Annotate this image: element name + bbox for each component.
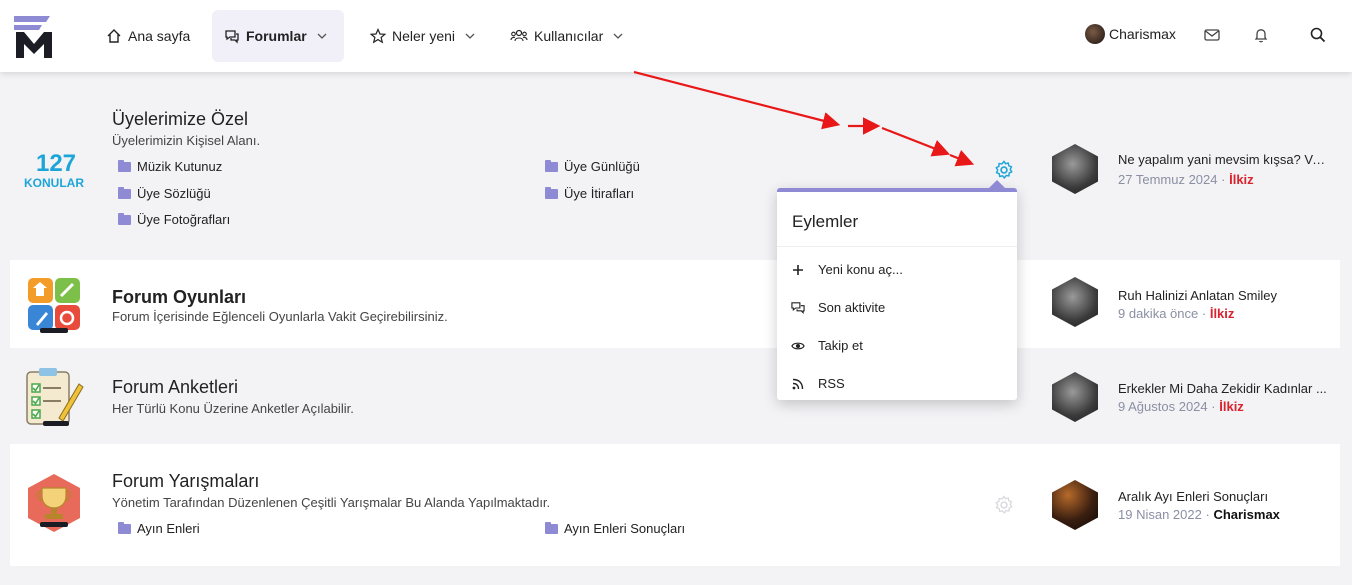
last-post-meta: 9 Ağustos 2024 · İlkiz <box>1118 399 1244 414</box>
comments-icon <box>224 28 240 44</box>
thread-count: 127 <box>35 150 77 177</box>
users-icon <box>510 28 528 44</box>
folder-icon <box>545 159 558 172</box>
last-thread-title[interactable]: Ruh Halinizi Anlatan Smiley <box>1118 288 1328 303</box>
forum-title[interactable]: Forum Anketleri <box>112 377 238 398</box>
folder-icon <box>545 186 558 199</box>
folder-icon <box>118 159 131 172</box>
search-icon[interactable] <box>1309 26 1327 44</box>
last-thread-title[interactable]: Aralık Ayı Enleri Sonuçları <box>1118 489 1328 504</box>
menu-item-new-thread[interactable]: Yeni konu aç... <box>791 262 903 277</box>
last-post-date[interactable]: 19 Nisan 2022 <box>1118 507 1202 522</box>
forum-node-row: 127 KONULAR Üyelerimize Özel Üyelerimizi… <box>10 80 1340 256</box>
forum-description: Forum İçerisinde Eğlenceli Oyunlarla Vak… <box>112 309 448 324</box>
last-post-user[interactable]: İlkiz <box>1229 172 1254 187</box>
last-post-date[interactable]: 27 Temmuz 2024 <box>1118 172 1218 187</box>
nav-whats-new[interactable]: Neler yeni <box>370 10 475 62</box>
menu-item-rss[interactable]: RSS <box>791 376 845 391</box>
menu-item-latest-activity[interactable]: Son aktivite <box>791 300 885 315</box>
forum-title[interactable]: Forum Yarışmaları <box>112 471 259 492</box>
chevron-down-icon[interactable] <box>317 33 327 39</box>
nav-home[interactable]: Ana sayfa <box>106 10 190 62</box>
last-post-date[interactable]: 9 Ağustos 2024 <box>1118 399 1208 414</box>
folder-icon <box>545 521 558 534</box>
last-post-meta: 19 Nisan 2022 · Charismax <box>1118 507 1280 522</box>
subforum-link[interactable]: Ayın Enleri Sonuçları <box>545 521 685 536</box>
gear-icon[interactable] <box>993 494 1015 516</box>
menu-item-watch[interactable]: Takip et <box>791 338 863 353</box>
eye-icon <box>791 339 805 353</box>
forum-title[interactable]: Forum Oyunları <box>112 287 246 308</box>
trophy-node-icon <box>28 474 80 532</box>
last-post-meta: 9 dakika önce · İlkiz <box>1118 306 1235 321</box>
last-poster-avatar[interactable] <box>1052 480 1098 530</box>
menu-divider <box>777 246 1017 247</box>
forum-description: Yönetim Tarafından Düzenlenen Çeşitli Ya… <box>112 495 551 510</box>
last-thread-title[interactable]: Ne yapalım yani mevsim kışsa? Vaz... <box>1118 152 1328 167</box>
last-poster-avatar[interactable] <box>1052 144 1098 194</box>
username: Charismax <box>1109 26 1176 42</box>
subforum-link[interactable]: Üye Günlüğü <box>545 159 640 174</box>
site-logo[interactable] <box>14 14 54 58</box>
star-icon <box>370 28 386 44</box>
last-poster-avatar[interactable] <box>1052 277 1098 327</box>
comments-icon <box>791 301 805 315</box>
forum-title[interactable]: Üyelerimize Özel <box>112 109 248 130</box>
bell-icon[interactable] <box>1252 26 1270 44</box>
folder-icon <box>118 212 131 225</box>
nav-members-label: Kullanıcılar <box>534 28 604 44</box>
forum-node-row: Forum Oyunları Forum İçerisinde Eğlencel… <box>10 260 1340 348</box>
nav-members[interactable]: Kullanıcılar <box>510 10 623 62</box>
polls-node-icon <box>26 368 84 426</box>
last-post-user[interactable]: İlkiz <box>1219 399 1244 414</box>
plus-icon <box>791 263 805 277</box>
nav-forums[interactable]: Forumlar <box>212 10 344 62</box>
forum-node-row: Forum Anketleri Her Türlü Konu Üzerine A… <box>10 350 1340 442</box>
last-thread-title[interactable]: Erkekler Mi Daha Zekidir Kadınlar ... <box>1118 381 1328 396</box>
thread-count-label: KONULAR <box>24 176 84 190</box>
subforum-link[interactable]: Müzik Kutunuz <box>118 159 222 174</box>
subforum-link[interactable]: Üye Fotoğrafları <box>118 212 230 227</box>
gear-icon[interactable] <box>993 159 1015 181</box>
forum-description: Her Türlü Konu Üzerine Anketler Açılabil… <box>112 401 354 416</box>
subforum-link[interactable]: Ayın Enleri <box>118 521 200 536</box>
last-post-meta: 27 Temmuz 2024 · İlkiz <box>1118 172 1254 187</box>
subforum-link[interactable]: Üye Sözlüğü <box>118 186 211 201</box>
last-post-user[interactable]: Charismax <box>1213 507 1279 522</box>
menu-caret <box>988 180 1006 189</box>
last-poster-avatar[interactable] <box>1052 372 1098 422</box>
games-node-icon <box>28 278 80 333</box>
nav-whats-new-label: Neler yeni <box>392 28 456 44</box>
actions-menu: Eylemler Yeni konu aç... Son aktivite Ta… <box>777 188 1017 400</box>
subforum-link[interactable]: Üye İtirafları <box>545 186 634 201</box>
nav-home-label: Ana sayfa <box>128 28 191 44</box>
nav-forums-label: Forumlar <box>246 28 307 44</box>
forum-node-row: Forum Yarışmaları Yönetim Tarafından Düz… <box>10 444 1340 566</box>
last-post-date[interactable]: 9 dakika önce <box>1118 306 1198 321</box>
last-post-user[interactable]: İlkiz <box>1210 306 1235 321</box>
folder-icon <box>118 521 131 534</box>
folder-icon <box>118 186 131 199</box>
user-account-link[interactable]: Charismax <box>1085 24 1176 44</box>
chevron-down-icon[interactable] <box>613 33 623 39</box>
top-header: Ana sayfa Forumlar Neler yeni Kullanıcıl… <box>0 0 1352 72</box>
rss-icon <box>791 377 805 391</box>
menu-heading: Eylemler <box>792 212 859 231</box>
forum-description: Üyelerimizin Kişisel Alanı. <box>112 133 261 148</box>
chevron-down-icon[interactable] <box>465 33 475 39</box>
envelope-icon[interactable] <box>1203 26 1221 44</box>
avatar <box>1085 24 1105 44</box>
home-icon <box>106 28 122 44</box>
